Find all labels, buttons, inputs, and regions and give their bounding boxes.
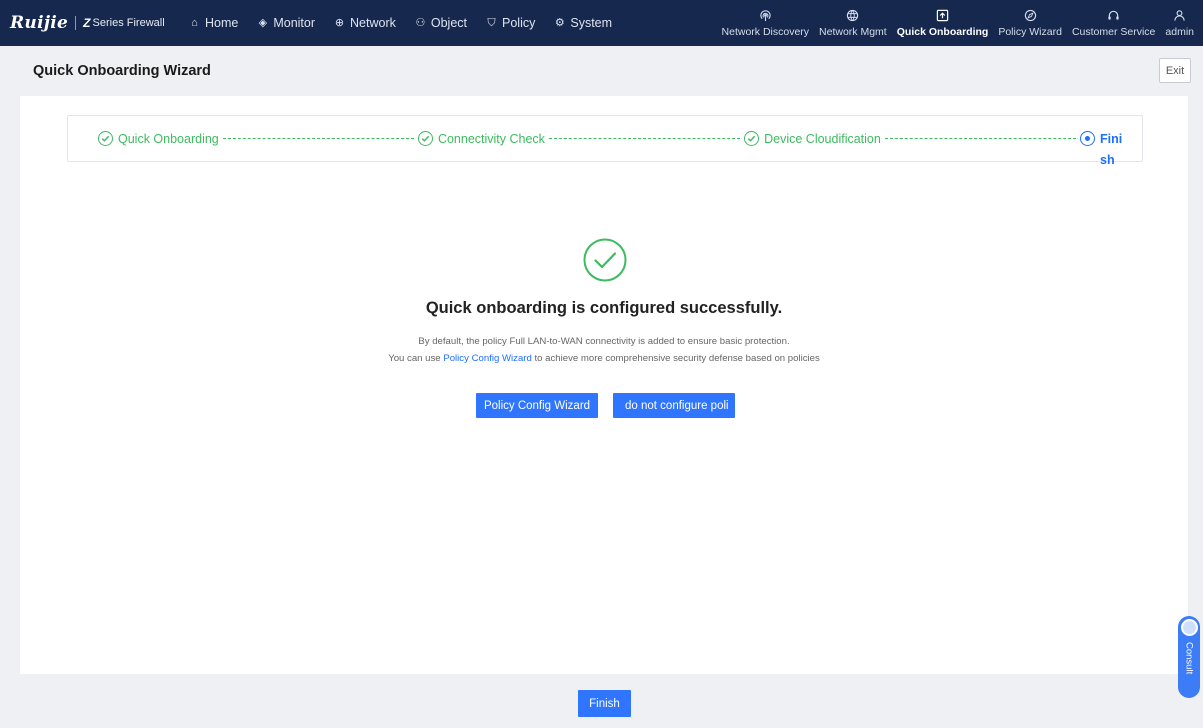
policy-wizard-button[interactable]: Policy Wizard xyxy=(993,0,1067,46)
step-quick-onboarding: Quick Onboarding xyxy=(98,131,219,146)
quick-onboarding-button[interactable]: Quick Onboarding xyxy=(892,0,994,46)
step-label: Connectivity Check xyxy=(437,131,545,146)
nav-label: Network xyxy=(350,16,396,30)
home-icon: ⌂ xyxy=(191,16,198,29)
step-label: Finish xyxy=(1100,131,1123,167)
network-mgmt-button[interactable]: Network Mgmt xyxy=(814,0,892,46)
step-check-icon xyxy=(98,131,113,146)
nav-item-network[interactable]: ⊕ Network xyxy=(333,16,396,30)
success-check-icon xyxy=(583,238,627,282)
exit-button[interactable]: Exit xyxy=(1159,58,1191,83)
step-current-icon xyxy=(1080,131,1096,146)
step-label: Device Cloudification xyxy=(764,131,881,146)
consult-button[interactable]: Consult xyxy=(1178,616,1200,698)
step-finish: Finish xyxy=(1080,107,1132,171)
nav-label: Object xyxy=(430,16,468,30)
step-connector xyxy=(222,138,414,139)
series-z-mark: Z xyxy=(83,16,91,30)
monitor-icon: ◈ xyxy=(258,16,268,29)
rnav-label: Network Discovery xyxy=(721,25,810,38)
wizard-card: Quick Onboarding Connectivity Check Devi… xyxy=(20,96,1188,674)
rnav-label: Quick Onboarding xyxy=(896,25,989,38)
step-check-icon xyxy=(417,131,433,146)
product-name: Series Firewall xyxy=(92,17,165,29)
step-connector xyxy=(548,138,741,139)
radar-icon xyxy=(758,9,772,23)
do-not-configure-policy-button[interactable]: do not configure poli xyxy=(613,393,735,418)
system-icon: ⚙ xyxy=(554,16,565,29)
right-nav: Network Discovery Network Mgmt Quick Onb… xyxy=(717,0,1199,46)
hint-suffix: to achieve more comprehensive security d… xyxy=(531,353,820,364)
rnav-label: Customer Service xyxy=(1071,25,1156,38)
nav-item-system[interactable]: ⚙ System xyxy=(553,16,612,30)
brand-divider xyxy=(75,16,77,30)
consult-label: Consult xyxy=(1183,642,1195,675)
nav-label: Monitor xyxy=(273,16,316,30)
nav-item-home[interactable]: ⌂ Home xyxy=(188,16,238,30)
success-hint: You can use Policy Config Wizard to achi… xyxy=(20,353,1188,364)
wizard-steps: Quick Onboarding Connectivity Check Devi… xyxy=(67,115,1143,167)
page-title: Quick Onboarding Wizard xyxy=(33,63,211,79)
rnav-label: Network Mgmt xyxy=(819,25,887,38)
rnav-label: admin xyxy=(1165,25,1194,38)
main-nav: ⌂ Home ◈ Monitor ⊕ Network ⚇ Object ⛉ Po… xyxy=(188,16,630,30)
top-nav-bar: Ruijie Z Series Firewall ⌂ Home ◈ Monito… xyxy=(0,0,1203,46)
step-connector xyxy=(884,138,1077,139)
network-icon: ⊕ xyxy=(334,16,345,29)
step-check-icon xyxy=(744,131,760,146)
object-icon: ⚇ xyxy=(415,16,426,29)
nav-label: Policy xyxy=(502,16,536,30)
hint-prefix: You can use xyxy=(388,353,444,364)
policy-config-wizard-link[interactable]: Policy Config Wizard xyxy=(443,353,532,364)
globe-icon xyxy=(846,9,860,23)
network-discovery-button[interactable]: Network Discovery xyxy=(717,0,815,46)
headset-icon xyxy=(1107,9,1121,23)
step-device-cloudification: Device Cloudification xyxy=(744,131,881,146)
policy-icon: ⛉ xyxy=(487,16,496,29)
ruijie-logo: Ruijie xyxy=(10,13,69,33)
nav-label: Home xyxy=(205,16,239,30)
onboarding-icon xyxy=(936,9,950,23)
rnav-label: Policy Wizard xyxy=(998,25,1062,38)
compass-icon xyxy=(1023,9,1037,23)
nav-item-policy[interactable]: ⛉ Policy xyxy=(485,16,535,30)
finish-button[interactable]: Finish xyxy=(578,690,631,717)
admin-account-button[interactable]: admin xyxy=(1160,0,1199,46)
policy-config-wizard-button[interactable]: Policy Config Wizard xyxy=(476,393,598,418)
consult-avatar-icon xyxy=(1180,619,1198,636)
success-title: Quick onboarding is configured successfu… xyxy=(425,299,783,317)
customer-service-button[interactable]: Customer Service xyxy=(1067,0,1160,46)
step-label: Quick Onboarding xyxy=(118,131,219,146)
brand[interactable]: Ruijie Z Series Firewall xyxy=(0,13,180,33)
success-description: By default, the policy Full LAN-to-WAN c… xyxy=(418,336,790,347)
nav-label: System xyxy=(570,16,613,30)
user-icon xyxy=(1173,9,1187,23)
nav-item-object[interactable]: ⚇ Object xyxy=(414,16,467,30)
nav-item-monitor[interactable]: ◈ Monitor xyxy=(256,16,315,30)
step-connectivity-check: Connectivity Check xyxy=(417,131,545,146)
